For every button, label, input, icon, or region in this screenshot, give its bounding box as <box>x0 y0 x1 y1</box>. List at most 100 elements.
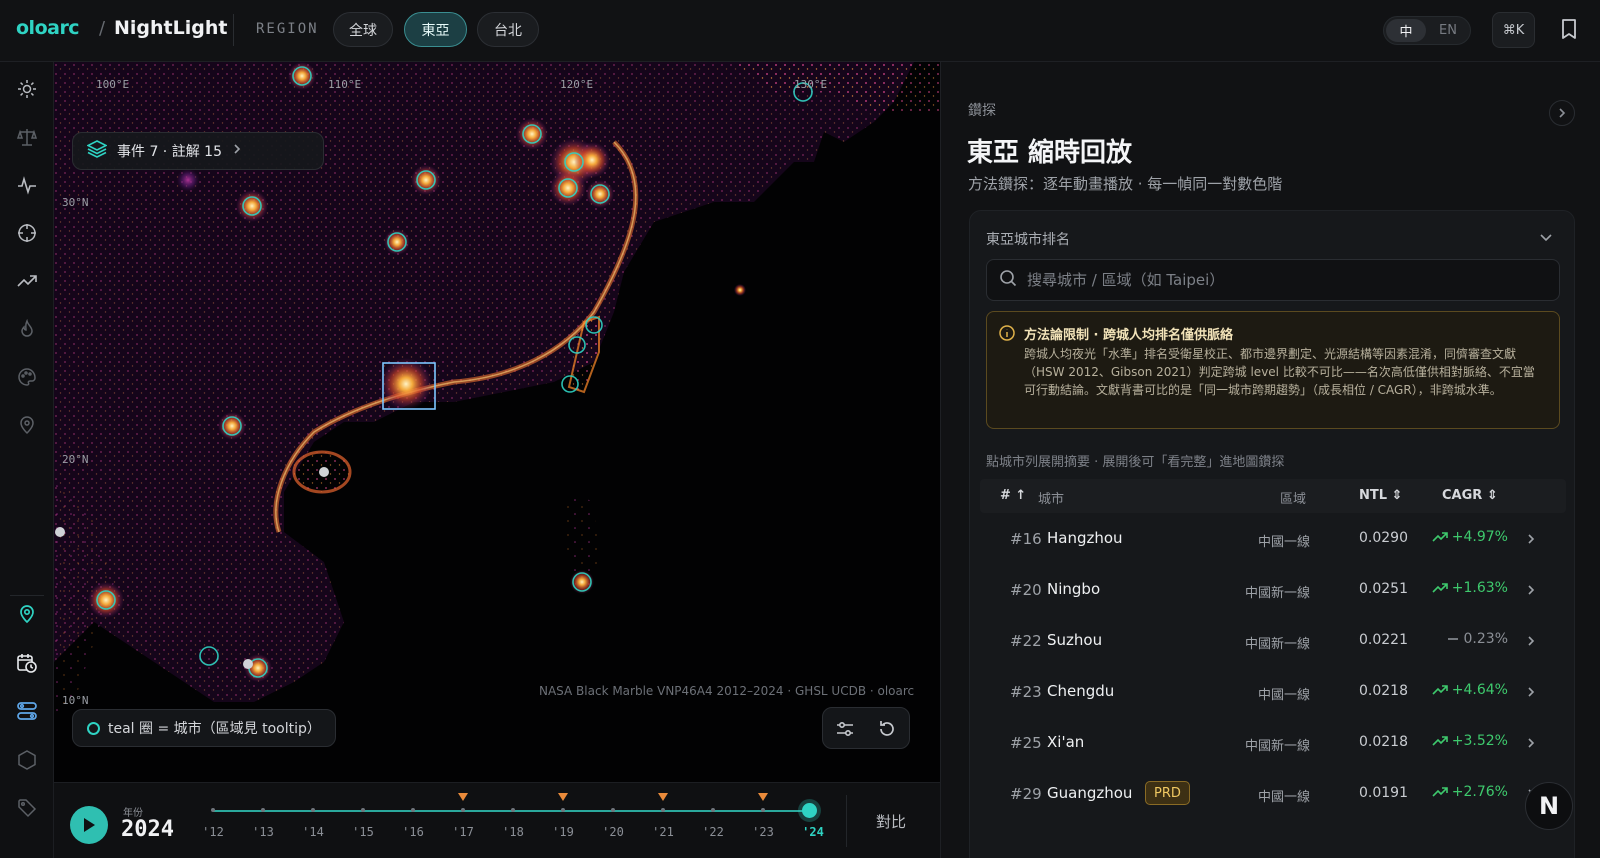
timeline-tick-label: '23 <box>752 825 774 839</box>
play-button[interactable] <box>70 806 108 844</box>
timeline-tick-label: '12 <box>202 825 224 839</box>
event-marker[interactable] <box>458 793 468 801</box>
chevron-right-icon[interactable] <box>1526 634 1538 650</box>
timeline-thumb[interactable] <box>802 803 817 818</box>
chevron-right-icon <box>1559 108 1566 118</box>
chevron-right-icon[interactable] <box>1526 583 1538 599</box>
lat-label-30: 30°N <box>62 196 89 209</box>
bookmark-icon[interactable] <box>1560 18 1582 42</box>
trend-up-icon <box>1432 532 1448 542</box>
table-row[interactable]: #29 Guangzhou PRD 中國一線 0.0191 +2.76% <box>980 770 1566 821</box>
app-logo[interactable]: oloarc <box>16 17 80 39</box>
region-tab-taipei[interactable]: 台北 <box>477 12 539 47</box>
search-input[interactable] <box>1027 271 1547 289</box>
row-rank: #23 <box>1010 683 1042 701</box>
timeline-tick-label: '24 <box>802 825 824 839</box>
event-marker[interactable] <box>558 793 568 801</box>
sun-icon[interactable] <box>15 77 39 101</box>
lon-label-100: 100°E <box>96 78 130 91</box>
row-region: 中國新一線 <box>1244 739 1310 754</box>
lang-en-button[interactable]: EN <box>1428 19 1468 42</box>
col-rank[interactable]: # ↑ <box>1000 488 1026 503</box>
timeline-tick[interactable] <box>611 808 615 812</box>
trend-up-icon <box>1432 736 1448 746</box>
play-icon <box>84 818 95 832</box>
chevron-right-icon[interactable] <box>1526 736 1538 752</box>
timeline-tick-label: '22 <box>702 825 724 839</box>
hexagon-icon[interactable] <box>15 748 39 772</box>
calendar-clock-icon[interactable] <box>15 651 39 675</box>
panel-kicker: 鑽探 <box>968 103 996 119</box>
top-bar: oloarc / NightLight REGION 全球 東亞 台北 中 EN… <box>0 0 1600 62</box>
reset-icon[interactable] <box>875 717 899 741</box>
timeline-tick[interactable] <box>411 808 415 812</box>
panel-collapse-button[interactable] <box>1549 100 1575 126</box>
timeline-tick[interactable] <box>311 808 315 812</box>
map-legend: teal 圈 = 城市（區域見 tooltip） <box>72 709 336 747</box>
timeline-tick[interactable] <box>461 808 465 812</box>
map-raster <box>54 62 940 782</box>
event-marker[interactable] <box>658 793 668 801</box>
scale-icon[interactable] <box>15 125 39 149</box>
chevron-right-icon[interactable] <box>1526 532 1538 548</box>
timeline-tick[interactable] <box>211 808 215 812</box>
row-rank: #25 <box>1010 734 1042 752</box>
table-row[interactable]: #20 Ningbo 中國新一線 0.0251 +1.63% <box>980 566 1566 617</box>
table-row[interactable]: #25 Xi'an 中國新一線 0.0218 +3.52% <box>980 719 1566 770</box>
compass-button[interactable]: N <box>1525 782 1573 830</box>
col-ntl[interactable]: NTL ⇕ <box>1359 488 1402 503</box>
palette-icon[interactable] <box>15 365 39 389</box>
trend-icon[interactable] <box>15 269 39 293</box>
row-city: Guangzhou <box>1047 784 1133 802</box>
timeline-tick[interactable] <box>361 808 365 812</box>
city-search <box>986 259 1560 301</box>
row-city: Chengdu <box>1047 682 1115 700</box>
layers-icon <box>86 140 108 162</box>
location-pin-icon[interactable] <box>15 602 39 626</box>
pulse-icon[interactable] <box>15 173 39 197</box>
region-tab-global[interactable]: 全球 <box>333 12 393 47</box>
city-ranking-card: 東亞城市排名 方法論限制 · 跨城人均排名僅供脈絡 跨城人均夜光「水準」排名受衛… <box>969 210 1575 858</box>
events-annotations-chip[interactable]: 事件 7 · 註解 15 <box>72 132 324 170</box>
crosshair-icon[interactable] <box>15 221 39 245</box>
table-row[interactable]: #16 Hangzhou 中國一線 0.0290 +4.97% <box>980 515 1566 566</box>
tag-icon[interactable] <box>15 796 39 820</box>
timeline-tick-label: '19 <box>552 825 574 839</box>
timeline-tick[interactable] <box>661 808 665 812</box>
language-toggle: 中 EN <box>1383 16 1471 45</box>
map-tools <box>822 707 910 749</box>
row-region: 中國一線 <box>1257 790 1310 805</box>
table-row[interactable]: #23 Chengdu 中國一線 0.0218 +4.64% <box>980 668 1566 719</box>
timeline-tick[interactable] <box>761 808 765 812</box>
row-cagr: 0.23% <box>1446 631 1508 647</box>
night-light-map[interactable]: 100°E 110°E 120°E 130°E 30°N 20°N 10°N 事… <box>54 62 940 782</box>
drilldown-panel: 鑽探 東亞 縮時回放 方法鑽探：逐年動畫播放 · 每一幀同一對數色階 東亞城市排… <box>940 62 1600 858</box>
chevron-right-icon[interactable] <box>1526 685 1538 701</box>
col-cagr[interactable]: CAGR ⇕ <box>1442 488 1498 503</box>
timeline-tick[interactable] <box>511 808 515 812</box>
chevron-down-icon[interactable] <box>1538 229 1554 245</box>
route-icon[interactable] <box>15 699 39 723</box>
region-tab-east-asia[interactable]: 東亞 <box>404 12 467 47</box>
row-rank: #20 <box>1010 581 1042 599</box>
col-city[interactable]: 城市 <box>1038 488 1064 507</box>
row-city: Ningbo <box>1047 580 1101 598</box>
app-title: NightLight <box>114 17 228 39</box>
timeline-tick[interactable] <box>261 808 265 812</box>
timeline-tick[interactable] <box>711 808 715 812</box>
row-ntl: 0.0290 <box>1359 530 1408 546</box>
trend-up-icon <box>1432 583 1448 593</box>
timeline-tick-label: '15 <box>352 825 374 839</box>
compare-button[interactable]: 對比 <box>876 811 906 832</box>
command-palette-button[interactable]: ⌘K <box>1492 12 1535 48</box>
table-row[interactable]: #22 Suzhou 中國新一線 0.0221 0.23% <box>980 617 1566 668</box>
timeline-divider <box>846 795 847 847</box>
flame-icon[interactable] <box>15 317 39 341</box>
event-marker[interactable] <box>758 793 768 801</box>
pin-icon[interactable] <box>15 413 39 437</box>
breadcrumb-separator: / <box>99 18 106 39</box>
timeline-tick[interactable] <box>561 808 565 812</box>
col-region[interactable]: 區域 <box>1280 488 1306 507</box>
filter-sliders-icon[interactable] <box>833 717 857 741</box>
lang-zh-button[interactable]: 中 <box>1386 19 1426 42</box>
